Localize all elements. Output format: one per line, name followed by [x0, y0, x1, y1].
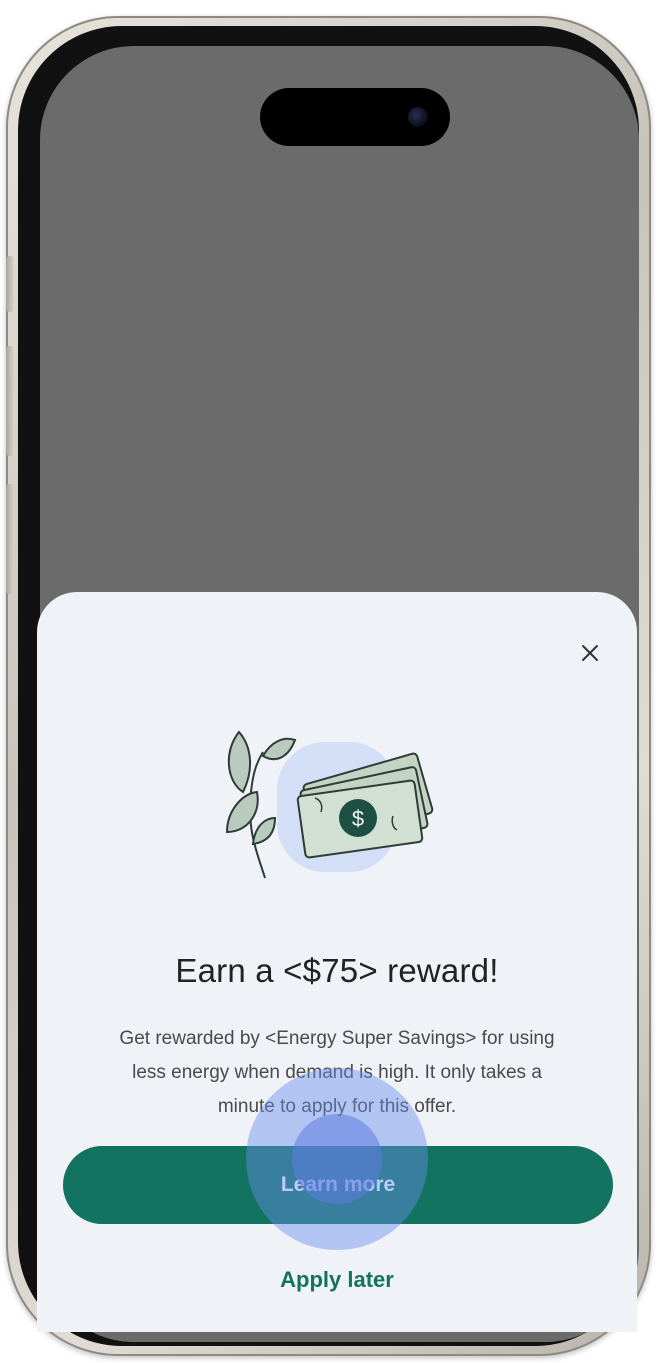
offer-title: Earn a <$75> reward! [175, 952, 499, 989]
dynamic-island [260, 88, 450, 146]
offer-description: Get rewarded by <Energy Super Savings> f… [73, 1022, 601, 1124]
front-camera [408, 107, 428, 127]
close-button[interactable] [573, 636, 607, 670]
volume-up-button [6, 346, 14, 456]
offer-description-line-3: minute to apply for this offer. [217, 1096, 457, 1117]
apply-later-link[interactable]: Apply later [37, 1267, 637, 1293]
reward-offer-sheet: $ Earn a <$75> reward! Get rewarded by <… [37, 592, 637, 1332]
volume-down-button [6, 484, 14, 594]
money-and-leaf-illustration: $ [225, 730, 434, 879]
close-icon [582, 645, 598, 661]
currency-glyph: $ [352, 806, 364, 831]
learn-more-button[interactable]: Learn more [63, 1146, 613, 1224]
offer-description-line-1: Get rewarded by <Energy Super Savings> f… [119, 1028, 555, 1049]
offer-description-line-2: less energy when demand is high. It only… [132, 1062, 542, 1083]
action-button [6, 256, 14, 312]
phone-mockup: $ Earn a <$75> reward! Get rewarded by <… [0, 0, 659, 1363]
